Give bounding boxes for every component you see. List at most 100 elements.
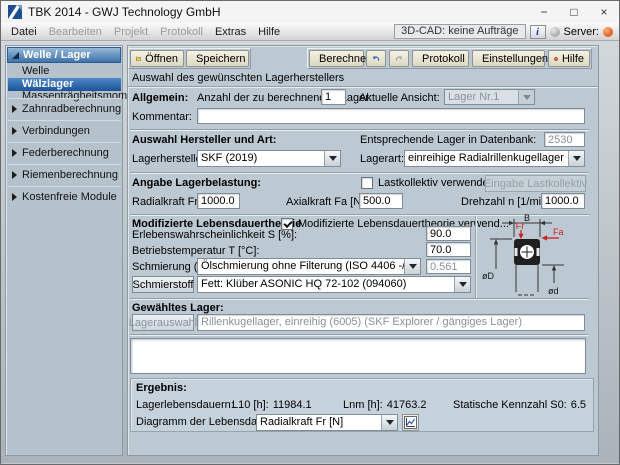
schmierstoff-button[interactable]: Schmierstoff (132, 276, 194, 293)
lastkollektiv-checkbox[interactable] (361, 177, 373, 189)
schmierung-select[interactable]: Ölschmierung ohne Filterung (ISO 4406 -/… (197, 258, 421, 275)
redo-button[interactable] (389, 50, 409, 67)
l10-label: L10 [h]: (232, 399, 269, 411)
menu-bar: Datei Bearbeiten Projekt Protokoll Extra… (1, 23, 619, 41)
erlebens-label: Erlebenswahrscheinlichkeit S [%]: (132, 229, 297, 242)
calculate-button-label: Berechnen (319, 53, 372, 65)
schmierstoff-select-value: Fett: Klüber ASONIC HQ 72-102 (094060) (198, 277, 454, 292)
ansicht-label: Aktuelle Ansicht: (359, 92, 440, 105)
settings-button[interactable]: Einstellungen (472, 50, 545, 67)
drehzahl-label: Drehzahl n [1/min]: (461, 196, 553, 209)
ergebnis-panel: Ergebnis: Lagerlebensdauern: L10 [h]: 11… (130, 378, 594, 432)
save-button[interactable]: Speichern (186, 50, 249, 67)
gewaehltes-lager-field: Rillenkugellager, einreihig (6005) (SKF … (197, 314, 585, 331)
temperatur-input[interactable] (426, 242, 471, 257)
cad-status-field: 3D-CAD: keine Aufträge (394, 24, 525, 39)
app-logo-icon (8, 5, 22, 19)
sidebar-group-label: Riemenberechnung (22, 169, 118, 181)
l10-result: L10 [h]: 11984.1 (232, 399, 312, 411)
lager-list-area[interactable] (130, 338, 586, 374)
dropdown-arrow-icon (324, 151, 340, 166)
section-allgemein-label: Allgemein: (132, 92, 188, 105)
svg-text:B: B (524, 213, 530, 223)
sidebar-group-label: Zahnradberechnung (22, 103, 121, 115)
help-button[interactable]: ? Hilfe (548, 50, 590, 67)
ansicht-select[interactable]: Lager Nr.1 (444, 89, 535, 105)
erlebens-input[interactable] (426, 226, 471, 241)
anzahl-input[interactable] (321, 89, 346, 105)
close-button[interactable]: × (589, 1, 619, 23)
svg-text:Fr: Fr (516, 221, 525, 231)
collapsed-triangle-icon (12, 105, 17, 113)
l10-value: 11984.1 (273, 399, 312, 411)
save-button-label: Speichern (196, 53, 246, 65)
collapsed-triangle-icon (12, 171, 17, 179)
minimize-button[interactable]: − (529, 1, 559, 23)
kommentar-input[interactable] (197, 108, 585, 124)
menu-hilfe[interactable]: Hilfe (252, 26, 286, 38)
cad-status-dot-icon (550, 27, 560, 37)
menu-bearbeiten[interactable]: Bearbeiten (43, 26, 108, 38)
show-diagram-button[interactable] (402, 414, 419, 431)
lnm-value: 41763.2 (387, 399, 427, 411)
temperatur-label: Betriebstemperatur T [°C]: (132, 245, 260, 258)
sidebar-group-label: Welle / Lager (23, 49, 91, 61)
protocol-button-label: Protokoll (422, 53, 465, 65)
collapsed-triangle-icon (12, 127, 17, 135)
svg-text:?: ? (555, 56, 557, 60)
s0-label: Statische Kennzahl S0: (453, 399, 567, 411)
undo-button[interactable] (366, 50, 386, 67)
maximize-button[interactable]: □ (559, 1, 589, 23)
window-title: TBK 2014 - GWJ Technology GmbH (28, 5, 221, 19)
lagerart-label: Lagerart: (360, 153, 404, 166)
menu-datei[interactable]: Datei (5, 26, 43, 38)
diagramm-select-value: Radialkraft Fr [N] (257, 415, 381, 430)
lebensdauern-label: Lagerlebensdauern: (136, 399, 234, 412)
open-button[interactable]: Öffnen (130, 50, 184, 67)
lnm-label: Lnm [h]: (343, 399, 383, 411)
datenbank-count-field (544, 132, 585, 147)
lagerauswahl-button[interactable]: Lagerauswahl (132, 314, 194, 331)
divider (130, 298, 589, 300)
lagerhersteller-select[interactable]: SKF (2019) (197, 150, 341, 167)
dropdown-arrow-icon (568, 151, 584, 166)
lastkollektiv-label: Lastkollektiv verwenden (378, 177, 495, 190)
svg-text:Fa: Fa (553, 227, 564, 237)
menu-projekt[interactable]: Projekt (108, 26, 154, 38)
sidebar-group-riemenberechnung[interactable]: Riemenberechnung (8, 164, 121, 185)
collapsed-triangle-icon (12, 149, 17, 157)
sidebar-group-federberechnung[interactable]: Federberechnung (8, 142, 121, 163)
redo-arrow-icon (395, 53, 403, 64)
lagerart-select[interactable]: einreihige Radialrillenkugellager (404, 150, 585, 167)
divider (130, 172, 589, 174)
axialkraft-input[interactable] (359, 193, 403, 209)
lebensdauer-verwenden-label: Modifizierte Lebensdauertheorie verwend.… (298, 218, 509, 231)
axialkraft-label: Axialkraft Fa [N]: (286, 196, 367, 209)
radialkraft-input[interactable] (197, 193, 240, 209)
sidebar-group-welle-lager[interactable]: Welle / Lager (7, 47, 121, 63)
sidebar-group-label: Kostenfreie Module (22, 191, 117, 203)
sidebar-group-verbindungen[interactable]: Verbindungen (8, 120, 121, 141)
drehzahl-input[interactable] (541, 193, 585, 209)
server-label: Server: (564, 26, 599, 38)
sidebar-group-zahnradberechnung[interactable]: Zahnradberechnung (8, 98, 121, 119)
schmierstoff-select[interactable]: Fett: Klüber ASONIC HQ 72-102 (094060) (197, 276, 471, 293)
datenbank-label: Entsprechende Lager in Datenbank: (360, 134, 536, 147)
ec-value-field (426, 259, 471, 274)
menu-extras[interactable]: Extras (209, 26, 252, 38)
window-controls: − □ × (529, 1, 619, 23)
main-panel: Öffnen Speichern Berechnen Protokoll (127, 45, 599, 456)
sidebar-item-waelzlager[interactable]: Wälzlager (8, 78, 121, 91)
undo-arrow-icon (372, 53, 380, 64)
menu-protokoll[interactable]: Protokoll (154, 26, 209, 38)
info-button[interactable]: i (530, 25, 546, 39)
sidebar-item-welle[interactable]: Welle (8, 65, 121, 78)
svg-text:øD: øD (482, 271, 494, 281)
protocol-button[interactable]: Protokoll (412, 50, 469, 67)
sidebar-group-kostenfreie-module[interactable]: Kostenfreie Module (8, 186, 121, 207)
bearing-diagram: B Fr Fa øD ød (480, 213, 595, 300)
calculate-button[interactable]: Berechnen (309, 50, 364, 67)
diagramm-select[interactable]: Radialkraft Fr [N] (256, 414, 398, 431)
client-area: Welle / Lager Welle Wälzlager Massenträg… (1, 41, 619, 463)
dropdown-arrow-icon (381, 415, 397, 430)
